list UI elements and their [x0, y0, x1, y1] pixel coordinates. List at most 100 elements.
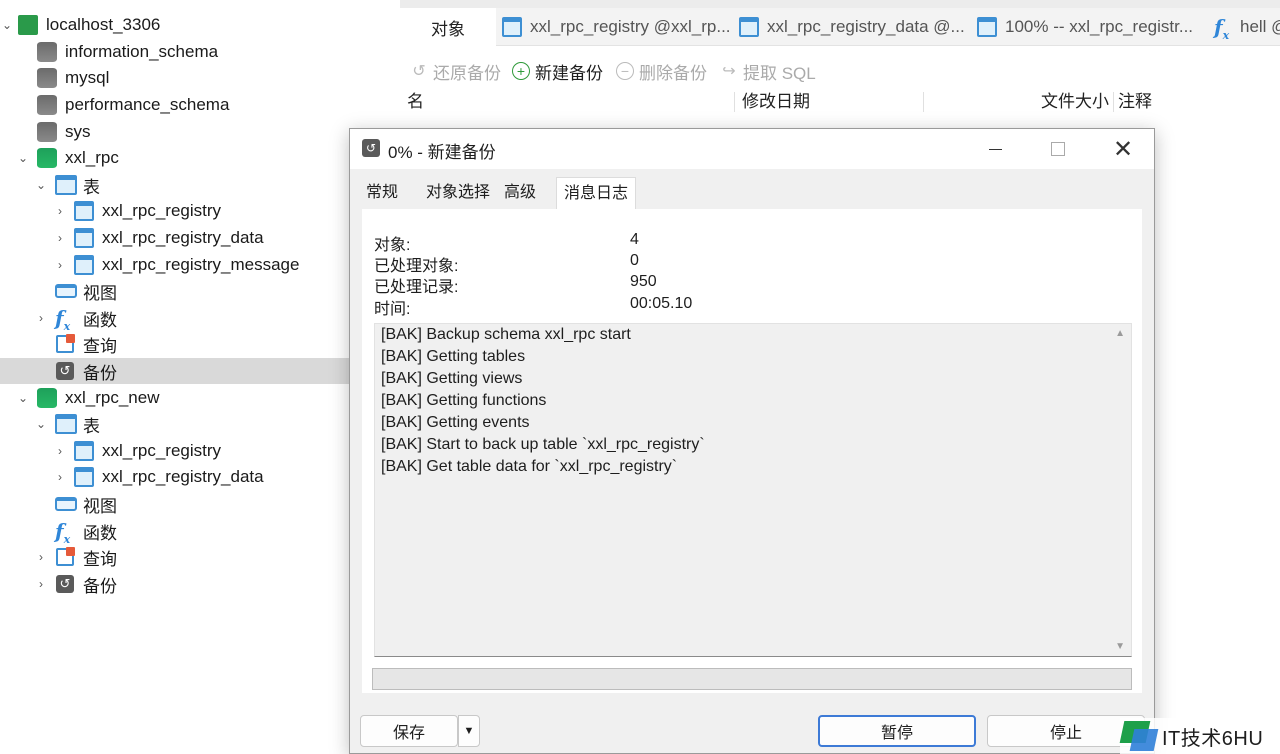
tab-label: xxl_rpc_registry_data @... — [767, 17, 965, 36]
remove-icon: − — [616, 62, 634, 80]
tree-node-database-xxl-rpc-new[interactable]: ⌄ xxl_rpc_new — [0, 385, 350, 411]
functions-label: 函数 — [83, 310, 117, 330]
chevron-down-icon[interactable]: ⌄ — [16, 151, 30, 165]
column-divider — [1113, 92, 1114, 112]
window-top-strip — [400, 0, 1280, 8]
scroll-up-icon[interactable]: ▲ — [1115, 328, 1125, 339]
add-icon: + — [512, 62, 530, 80]
scroll-down-icon[interactable]: ▼ — [1115, 641, 1125, 652]
tab-message-log[interactable]: 消息日志 — [556, 177, 637, 209]
tree-node-queries[interactable]: 查询 — [0, 331, 350, 357]
delete-backup-label: 删除备份 — [639, 63, 707, 83]
tree-node-database[interactable]: mysql — [0, 65, 350, 91]
backups-label: 备份 — [83, 363, 117, 383]
tree-node-database[interactable]: sys — [0, 119, 350, 145]
close-button[interactable]: ✕ — [1100, 129, 1146, 169]
tree-node-database[interactable]: performance_schema — [0, 92, 350, 118]
tree-node-table[interactable]: › xxl_rpc_registry_data — [0, 225, 350, 251]
tab-general[interactable]: 常规 — [359, 177, 405, 209]
tree-node-functions[interactable]: › fx 函数 — [0, 305, 350, 333]
tab-objects[interactable]: 对象 — [400, 8, 496, 46]
database-icon — [37, 68, 57, 88]
tree-node-server[interactable]: ⌄ localhost_3306 — [0, 12, 350, 38]
maximize-button[interactable] — [1035, 129, 1081, 169]
chevron-down-icon[interactable]: ⌄ — [34, 178, 48, 192]
column-name[interactable]: 名 — [407, 88, 424, 116]
chevron-down-icon[interactable]: ⌄ — [34, 417, 48, 431]
navigation-tree: ⌄ localhost_3306 information_schema mysq… — [0, 0, 350, 754]
server-icon — [18, 15, 38, 35]
watermark-text: IT技术6HU — [1162, 727, 1264, 750]
chevron-right-icon[interactable]: › — [34, 311, 48, 325]
progress-bar — [372, 668, 1132, 690]
function-icon: fx — [55, 306, 71, 333]
database-icon — [37, 148, 57, 168]
dialog-title: 0% - 新建备份 — [388, 143, 496, 162]
tree-node-views[interactable]: 视图 — [0, 278, 350, 304]
new-backup-button[interactable]: + 新建备份 — [512, 58, 603, 84]
chevron-right-icon[interactable]: › — [53, 444, 67, 458]
chevron-right-icon[interactable]: › — [53, 231, 67, 245]
tab-function[interactable]: fx hell @ — [1212, 8, 1280, 46]
stat-processed-objects-label: 已处理对象: — [374, 258, 459, 275]
tree-node-views[interactable]: 视图 — [0, 491, 350, 517]
log-line: [BAK] Get table data for `xxl_rpc_regist… — [381, 458, 678, 475]
tables-label: 表 — [83, 416, 100, 436]
delete-backup-button[interactable]: − 删除备份 — [616, 58, 707, 84]
stat-time-label: 时间: — [374, 301, 411, 318]
tab-table-progress[interactable]: 100% -- xxl_rpc_registr... — [975, 8, 1205, 46]
tree-node-database-xxl-rpc[interactable]: ⌄ xxl_rpc — [0, 145, 350, 171]
stop-label: 停止 — [1049, 725, 1082, 742]
watermark-logo-icon — [1122, 721, 1156, 751]
tree-node-table[interactable]: › xxl_rpc_registry — [0, 438, 350, 464]
log-line: [BAK] Start to back up table `xxl_rpc_re… — [381, 436, 705, 453]
tree-node-table[interactable]: › xxl_rpc_registry_data — [0, 464, 350, 490]
chevron-right-icon[interactable]: › — [53, 258, 67, 272]
stat-processed-records-label: 已处理记录: — [374, 279, 459, 296]
tree-node-tables[interactable]: ⌄ 表 — [0, 172, 350, 198]
backup-icon: ↺ — [362, 139, 380, 157]
tree-node-backups[interactable]: ↺ 备份 — [0, 358, 350, 384]
tab-label: hell @ — [1240, 17, 1280, 36]
tree-node-backups[interactable]: › ↺ 备份 — [0, 571, 350, 597]
pause-label: 暂停 — [880, 725, 913, 742]
minimize-button[interactable] — [972, 129, 1018, 169]
views-label: 视图 — [83, 283, 117, 303]
tab-advanced[interactable]: 高级 — [497, 177, 543, 209]
extract-sql-button[interactable]: ↪ 提取 SQL — [720, 58, 816, 84]
tree-node-queries[interactable]: › 查询 — [0, 544, 350, 570]
database-label: performance_schema — [65, 95, 230, 114]
chevron-right-icon[interactable]: › — [53, 204, 67, 218]
functions-label: 函数 — [83, 523, 117, 543]
column-modified-date[interactable]: 修改日期 — [742, 88, 810, 116]
log-line: [BAK] Backup schema xxl_rpc start — [381, 326, 631, 343]
chevron-right-icon[interactable]: › — [34, 550, 48, 564]
chevron-down-icon[interactable]: ⌄ — [16, 391, 30, 405]
save-button[interactable]: 保存 — [360, 715, 458, 747]
tree-node-table[interactable]: › xxl_rpc_registry_message — [0, 252, 350, 278]
table-icon — [74, 441, 94, 461]
query-icon — [56, 547, 75, 566]
tree-node-tables[interactable]: ⌄ 表 — [0, 411, 350, 437]
tree-node-database[interactable]: information_schema — [0, 39, 350, 65]
column-file-size[interactable]: 文件大小 — [1041, 88, 1109, 116]
tab-bar: 对象 xxl_rpc_registry @xxl_rp... xxl_rpc_r… — [400, 8, 1280, 46]
backup-icon: ↺ — [56, 575, 74, 593]
dialog-titlebar[interactable]: ↺ 0% - 新建备份 ✕ — [350, 129, 1154, 169]
tab-table-registry[interactable]: xxl_rpc_registry @xxl_rp... — [500, 8, 732, 46]
extract-sql-label: 提取 SQL — [743, 63, 816, 83]
save-dropdown-button[interactable]: ▼ — [458, 715, 480, 747]
log-textarea[interactable]: [BAK] Backup schema xxl_rpc start [BAK] … — [374, 323, 1132, 657]
pause-button[interactable]: 暂停 — [818, 715, 976, 747]
chevron-right-icon[interactable]: › — [34, 577, 48, 591]
tree-node-table[interactable]: › xxl_rpc_registry — [0, 198, 350, 224]
restore-backup-button[interactable]: ↺ 还原备份 — [410, 58, 501, 84]
chevron-right-icon[interactable]: › — [53, 470, 67, 484]
tree-node-functions[interactable]: fx 函数 — [0, 518, 350, 546]
column-divider — [923, 92, 924, 112]
chevron-down-icon[interactable]: ⌄ — [0, 18, 14, 32]
tables-icon — [55, 175, 77, 195]
tab-table-registry-data[interactable]: xxl_rpc_registry_data @... — [737, 8, 969, 46]
tab-object-selection[interactable]: 对象选择 — [419, 177, 497, 209]
column-comment[interactable]: 注释 — [1118, 88, 1152, 116]
